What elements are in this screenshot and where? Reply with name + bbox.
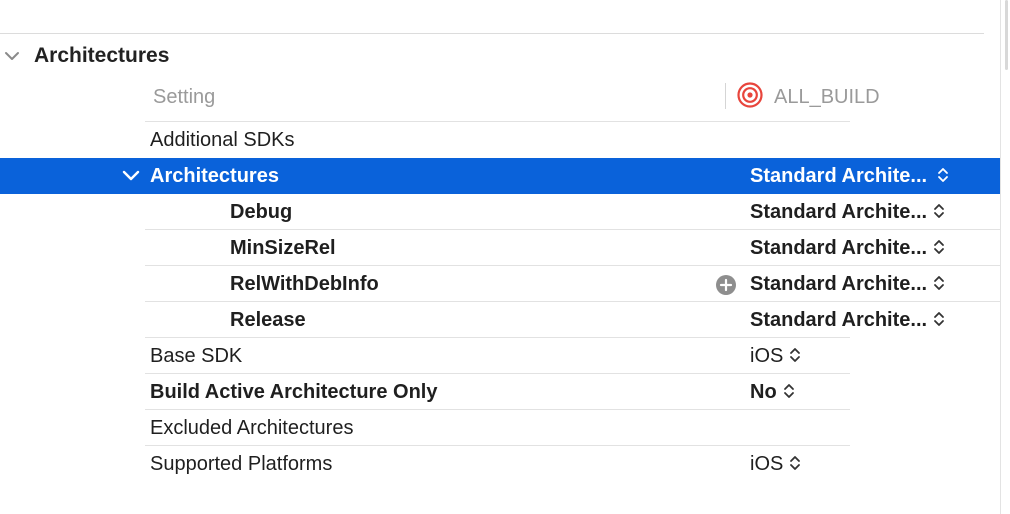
stepper-icon[interactable]	[783, 382, 795, 400]
plus-circle-icon[interactable]	[715, 274, 737, 296]
setting-label: RelWithDebInfo	[230, 273, 379, 295]
setting-value-popup[interactable]: Standard Archite...	[750, 158, 949, 194]
section-header-architectures[interactable]: Architectures	[0, 40, 400, 72]
stepper-icon[interactable]	[933, 238, 945, 256]
column-separator	[725, 83, 726, 109]
stepper-icon[interactable]	[937, 166, 949, 184]
setting-value-popup[interactable]: iOS	[750, 338, 801, 374]
setting-row-build-active-arch-only[interactable]: Build Active Architecture Only No	[145, 374, 850, 410]
setting-value: No	[750, 381, 777, 403]
setting-label: Build Active Architecture Only	[150, 381, 438, 403]
setting-label: Excluded Architectures	[150, 417, 354, 439]
column-header-setting[interactable]: Setting	[153, 80, 215, 114]
setting-row-relwithdebinfo[interactable]: RelWithDebInfo Standard Archite...	[145, 266, 1000, 302]
column-header-target[interactable]: ALL_BUILD	[774, 80, 880, 114]
setting-value-popup[interactable]: Standard Archite...	[750, 230, 945, 266]
setting-value-popup[interactable]: iOS	[750, 446, 801, 482]
chevron-down-icon[interactable]	[122, 168, 140, 184]
setting-value: Standard Archite...	[750, 237, 928, 259]
scrollbar[interactable]	[1000, 0, 1010, 514]
stepper-icon[interactable]	[933, 274, 945, 292]
setting-row-debug[interactable]: Debug Standard Archite...	[145, 194, 1000, 230]
setting-value: Standard Archite...	[750, 273, 928, 295]
chevron-down-icon[interactable]	[4, 48, 20, 64]
section-title: Architectures	[34, 44, 170, 67]
setting-row-minsizerel[interactable]: MinSizeRel Standard Archite...	[145, 230, 1000, 266]
setting-label: Architectures	[150, 165, 279, 187]
setting-label: Additional SDKs	[150, 129, 295, 151]
setting-label: Supported Platforms	[150, 453, 333, 475]
setting-row-release[interactable]: Release Standard Archite...	[145, 302, 1000, 338]
setting-label: Release	[230, 309, 306, 331]
setting-row-supported-platforms[interactable]: Supported Platforms iOS	[145, 446, 850, 482]
top-divider	[0, 33, 984, 34]
setting-value: Standard Archite...	[750, 309, 928, 331]
setting-value-popup[interactable]: Standard Archite...	[750, 194, 945, 230]
setting-value-popup[interactable]: Standard Archite...	[750, 266, 945, 302]
setting-row-base-sdk[interactable]: Base SDK iOS	[145, 338, 850, 374]
stepper-icon[interactable]	[933, 310, 945, 328]
setting-label: Debug	[230, 201, 293, 223]
setting-value: Standard Archite...	[750, 201, 928, 223]
target-icon	[737, 82, 763, 108]
setting-row-additional-sdks[interactable]: Additional SDKs	[145, 122, 850, 158]
setting-value: iOS	[750, 453, 784, 475]
setting-row-excluded-architectures[interactable]: Excluded Architectures	[145, 410, 850, 446]
setting-value-popup[interactable]: No	[750, 374, 795, 410]
setting-label: Base SDK	[150, 345, 243, 367]
scrollbar-thumb[interactable]	[1005, 0, 1008, 70]
stepper-icon[interactable]	[789, 454, 801, 472]
setting-value-popup[interactable]: Standard Archite...	[750, 302, 945, 338]
setting-label: MinSizeRel	[230, 237, 336, 259]
setting-value: iOS	[750, 345, 784, 367]
setting-value: Standard Archite...	[750, 165, 928, 187]
stepper-icon[interactable]	[789, 346, 801, 364]
setting-row-architectures[interactable]: Architectures Standard Archite...	[0, 158, 1000, 194]
stepper-icon[interactable]	[933, 202, 945, 220]
